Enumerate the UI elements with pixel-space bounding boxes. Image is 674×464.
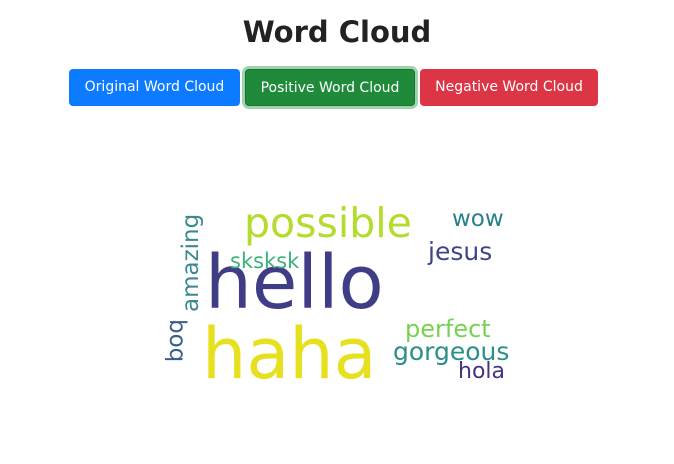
cloud-word-jesus: jesus bbox=[428, 237, 493, 266]
negative-word-cloud-button[interactable]: Negative Word Cloud bbox=[420, 69, 598, 106]
original-word-cloud-button[interactable]: Original Word Cloud bbox=[69, 69, 240, 106]
cloud-word-boq: boq bbox=[164, 319, 190, 363]
cloud-word-possible: possible bbox=[244, 199, 412, 247]
page-title: Word Cloud bbox=[242, 15, 432, 49]
cloud-word-amazing: amazing bbox=[178, 213, 204, 312]
cloud-word-sksksk: sksksk bbox=[230, 249, 300, 273]
word-cloud-toolbar: Original Word Cloud Positive Word Cloud … bbox=[69, 69, 598, 106]
page: Word Cloud Original Word Cloud Positive … bbox=[0, 0, 674, 464]
cloud-word-haha: haha bbox=[202, 313, 377, 395]
positive-word-cloud-button[interactable]: Positive Word Cloud bbox=[245, 69, 415, 106]
cloud-word-wow: wow bbox=[452, 206, 504, 232]
cloud-word-hola: hola bbox=[458, 359, 505, 384]
